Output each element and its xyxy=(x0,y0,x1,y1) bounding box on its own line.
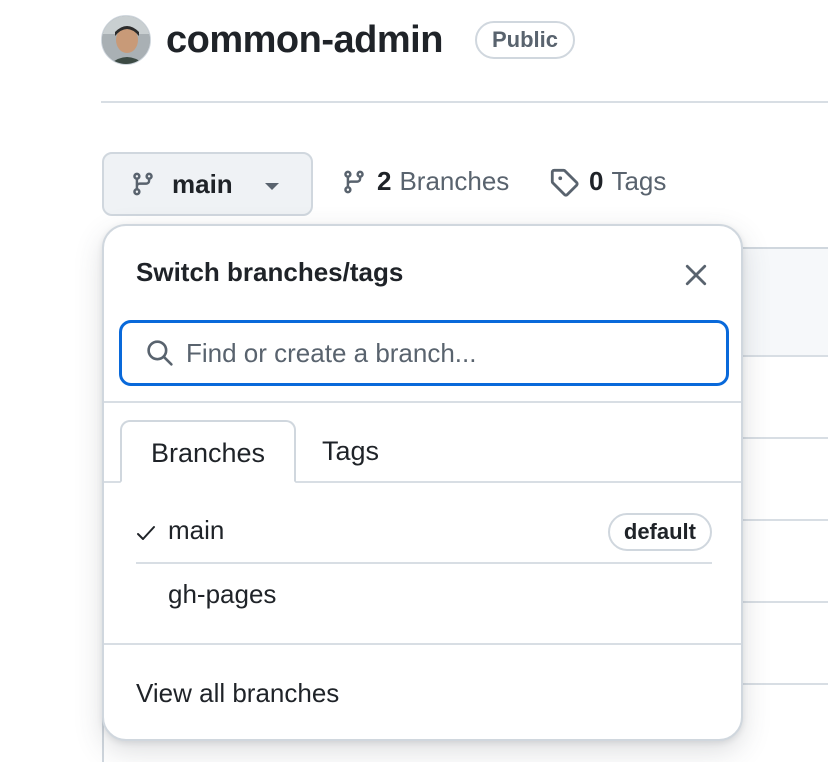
branches-count: 2 xyxy=(377,166,392,196)
close-icon[interactable] xyxy=(682,261,710,289)
branches-label: Branches xyxy=(399,166,510,196)
branch-icon xyxy=(133,172,153,196)
branch-item-main[interactable]: main default xyxy=(136,501,712,563)
branches-link[interactable]: 2 Branches xyxy=(341,166,509,197)
branch-name: gh-pages xyxy=(168,579,277,609)
search-icon xyxy=(147,340,173,366)
tab-branches[interactable]: Branches xyxy=(120,420,296,483)
branch-search-input[interactable] xyxy=(186,337,726,369)
branch-search-field[interactable] xyxy=(119,320,729,386)
tags-count: 0 xyxy=(589,166,604,196)
current-branch-label: main xyxy=(172,168,233,199)
tags-link[interactable]: 0 Tags xyxy=(549,166,666,197)
tags-label: Tags xyxy=(611,166,667,196)
check-icon xyxy=(137,526,155,540)
branch-item-gh-pages[interactable]: gh-pages xyxy=(136,565,712,627)
divider xyxy=(136,562,712,564)
default-badge: default xyxy=(607,513,712,551)
branch-icon xyxy=(344,170,364,193)
divider xyxy=(104,401,741,403)
repo-page: common-admin Public main 2 Branches 0 Ta… xyxy=(0,0,828,762)
chevron-down-icon xyxy=(265,183,279,190)
repo-name[interactable]: common-admin xyxy=(166,16,443,64)
tab-tags[interactable]: Tags xyxy=(322,420,379,483)
divider xyxy=(104,643,741,645)
branch-selector-button[interactable]: main xyxy=(102,152,313,216)
avatar-image xyxy=(102,16,150,64)
branch-name: main xyxy=(168,515,225,545)
header-divider xyxy=(101,101,828,103)
tag-icon xyxy=(550,168,579,197)
popover-title: Switch branches/tags xyxy=(136,257,404,287)
visibility-badge: Public xyxy=(475,21,576,59)
branch-switcher-popover: Switch branches/tags Branches Tags main … xyxy=(102,224,743,741)
view-all-branches-link[interactable]: View all branches xyxy=(136,678,339,709)
avatar[interactable] xyxy=(101,15,151,65)
